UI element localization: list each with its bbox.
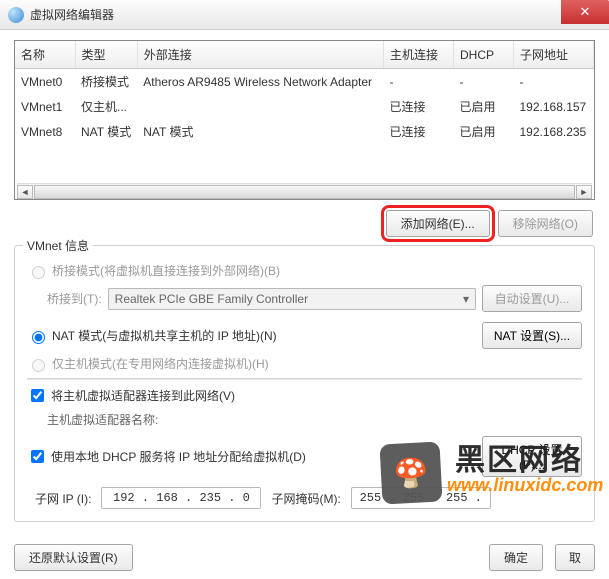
auto-settings-button[interactable]: 自动设置(U)... — [482, 285, 582, 312]
subnet-mask-field[interactable]: 255 . 255 . 255 . — [351, 487, 491, 509]
cell — [137, 94, 383, 119]
cell: 已连接 — [384, 94, 454, 119]
ok-button[interactable]: 确定 — [489, 544, 543, 571]
divider — [27, 378, 582, 380]
vmnet-info-group: VMnet 信息 桥接模式(将虚拟机直接连接到外部网络)(B) 桥接到(T): … — [14, 245, 595, 522]
add-network-button[interactable]: 添加网络(E)... — [386, 210, 490, 237]
cell: 192.168.235 — [514, 119, 594, 144]
cell: - — [384, 69, 454, 95]
table-row[interactable]: VMnet0 桥接模式 Atheros AR9485 Wireless Netw… — [15, 69, 594, 95]
cell: 已连接 — [384, 119, 454, 144]
remove-network-button[interactable]: 移除网络(O) — [498, 210, 593, 237]
group-title: VMnet 信息 — [23, 237, 93, 254]
bridge-combo-text: Realtek PCIe GBE Family Controller — [115, 292, 308, 306]
cell: NAT 模式 — [137, 119, 383, 144]
bridge-radio[interactable] — [32, 266, 45, 279]
restore-defaults-button[interactable]: 还原默认设置(R) — [14, 544, 133, 571]
cell: NAT 模式 — [75, 119, 137, 144]
bridge-label: 桥接模式(将虚拟机直接连接到外部网络)(B) — [52, 262, 280, 279]
cell: - — [454, 69, 514, 95]
adapter-name-label: 主机虚拟适配器名称: — [47, 411, 582, 428]
subnet-mask-label: 子网掩码(M): — [271, 490, 340, 507]
table-row[interactable]: VMnet1 仅主机... 已连接 已启用 192.168.157 — [15, 94, 594, 119]
nat-settings-button[interactable]: NAT 设置(S)... — [482, 322, 582, 349]
cell: 192.168.157 — [514, 94, 594, 119]
cell: 仅主机... — [75, 94, 137, 119]
scroll-track[interactable] — [34, 185, 575, 199]
cell: - — [514, 69, 594, 95]
bridge-combo[interactable]: Realtek PCIe GBE Family Controller ▾ — [108, 288, 476, 310]
nat-radio[interactable] — [32, 331, 45, 344]
col-type[interactable]: 类型 — [75, 41, 137, 69]
cancel-button[interactable]: 取 — [555, 544, 595, 571]
network-table[interactable]: 名称 类型 外部连接 主机连接 DHCP 子网地址 VMnet0 桥接模式 At… — [14, 40, 595, 200]
app-icon — [8, 7, 24, 23]
window-title: 虚拟网络编辑器 — [30, 6, 114, 23]
close-icon: ✕ — [580, 4, 591, 20]
hostonly-label: 仅主机模式(在专用网络内连接虚拟机)(H) — [52, 355, 269, 372]
subnet-ip-label: 子网 IP (I): — [35, 490, 91, 507]
table-header-row: 名称 类型 外部连接 主机连接 DHCP 子网地址 — [15, 41, 594, 69]
subnet-ip-field[interactable]: 192 . 168 . 235 . 0 — [101, 487, 261, 509]
scroll-left-icon[interactable]: ◄ — [17, 185, 33, 199]
horizontal-scrollbar[interactable]: ◄ ► — [17, 183, 592, 199]
bridge-to-label: 桥接到(T): — [47, 290, 102, 307]
connect-host-checkbox[interactable] — [31, 389, 44, 402]
close-button[interactable]: ✕ — [561, 0, 609, 24]
cell: VMnet0 — [15, 69, 75, 95]
cell: 桥接模式 — [75, 69, 137, 95]
titlebar: 虚拟网络编辑器 ✕ — [0, 0, 609, 30]
dhcp-checkbox[interactable] — [31, 450, 44, 463]
connect-host-label: 将主机虚拟适配器连接到此网络(V) — [51, 387, 235, 404]
cell: Atheros AR9485 Wireless Network Adapter — [137, 69, 383, 95]
cell: 已启用 — [454, 119, 514, 144]
table-row[interactable]: VMnet8 NAT 模式 NAT 模式 已连接 已启用 192.168.235 — [15, 119, 594, 144]
col-host[interactable]: 主机连接 — [384, 41, 454, 69]
col-subnet[interactable]: 子网地址 — [514, 41, 594, 69]
col-external[interactable]: 外部连接 — [137, 41, 383, 69]
col-name[interactable]: 名称 — [15, 41, 75, 69]
nat-label: NAT 模式(与虚拟机共享主机的 IP 地址)(N) — [52, 327, 277, 344]
cell: 已启用 — [454, 94, 514, 119]
scroll-right-icon[interactable]: ► — [576, 185, 592, 199]
hostonly-radio[interactable] — [32, 359, 45, 372]
col-dhcp[interactable]: DHCP — [454, 41, 514, 69]
chevron-down-icon: ▾ — [463, 292, 469, 306]
dhcp-label: 使用本地 DHCP 服务将 IP 地址分配给虚拟机(D) — [51, 448, 306, 465]
scroll-thumb[interactable] — [34, 185, 575, 199]
cell: VMnet8 — [15, 119, 75, 144]
dhcp-settings-button[interactable]: DHCP 设置(P)... — [482, 436, 582, 477]
cell: VMnet1 — [15, 94, 75, 119]
